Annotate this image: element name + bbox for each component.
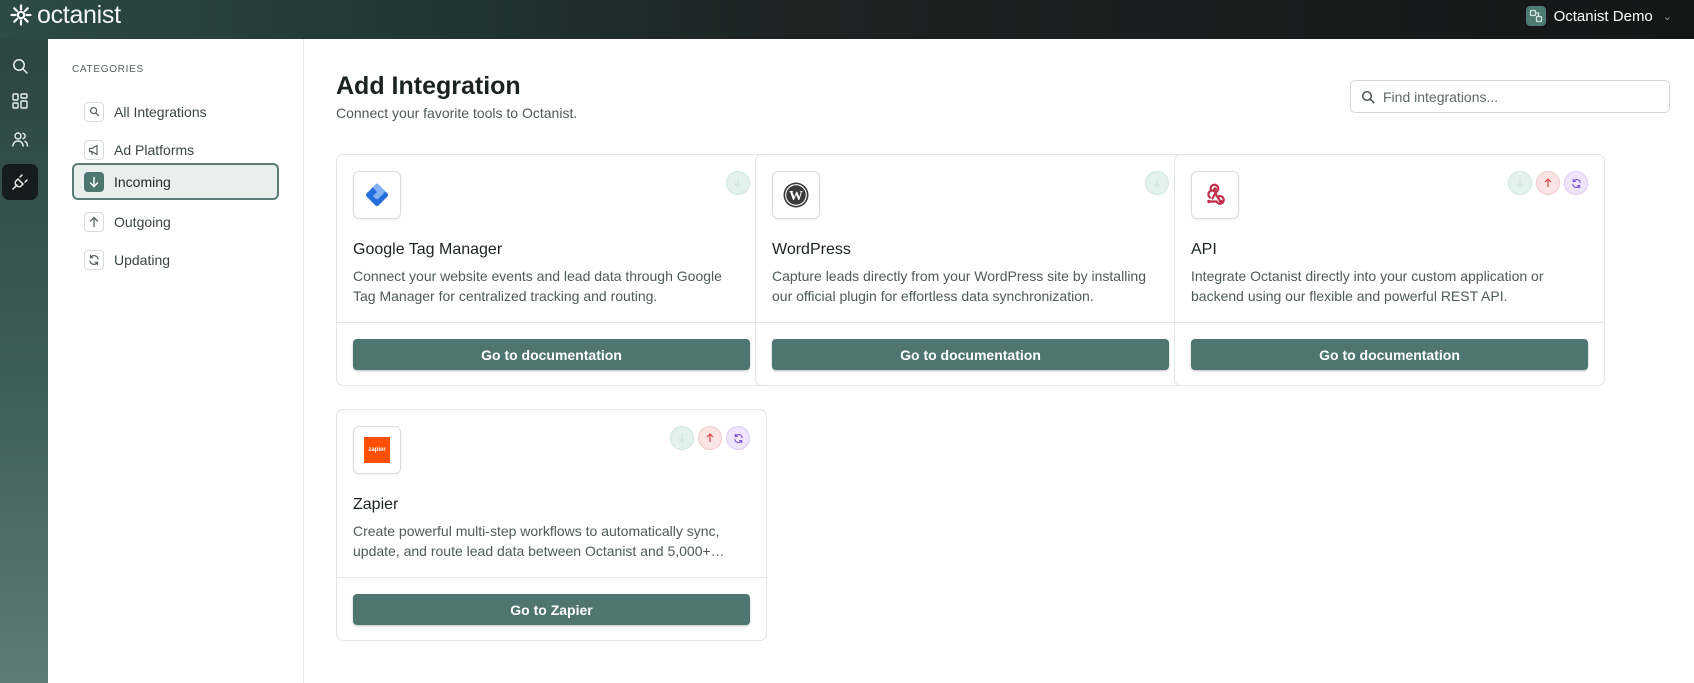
category-label: Updating [114,251,171,268]
go-to-documentation-button[interactable]: Go to documentation [772,339,1169,370]
page-subtitle: Connect your favorite tools to Octanist. [336,105,578,121]
updating-badge-icon [1564,171,1588,195]
category-label: All Integrations [114,103,207,120]
search-icon [1361,90,1375,103]
card-footer: Go to documentation [337,322,766,386]
card-footer: Go to documentation [756,322,1185,386]
integration-card-api: API Integrate Octanist directly into you… [1174,154,1605,386]
category-outgoing[interactable]: Outgoing [72,203,279,240]
categories-heading: CATEGORIES [72,64,144,75]
main-content: Add Integration Connect your favorite to… [305,39,1694,683]
go-to-zapier-button[interactable]: Go to Zapier [353,594,750,625]
category-updating[interactable]: Updating [72,241,279,278]
incoming-badge-icon [670,426,694,450]
direction-badges [726,171,750,195]
category-label: Ad Platforms [114,141,195,158]
integration-card-google-tag-manager: Google Tag Manager Connect your website … [336,154,767,386]
integration-name: API [1191,241,1217,258]
account-switcher[interactable]: Octanist Demo ⌄ [1525,6,1672,26]
outgoing-badge-icon [698,426,722,450]
updating-badge-icon [726,426,750,450]
integration-name: Zapier [353,496,399,513]
account-name: Octanist Demo [1553,7,1653,25]
category-all-integrations[interactable]: All Integrations [72,93,279,130]
nav-search-button[interactable] [2,48,38,84]
integration-card-wordpress: W WordPress Capture leads directly from … [755,154,1186,386]
users-icon [12,132,29,147]
integration-card-zapier: zapier Zapier Create powerful multi-step… [336,409,767,641]
zapier-logo-text: zapier [368,447,386,453]
category-label: Incoming [114,173,171,190]
chevron-down-icon: ⌄ [1662,10,1672,23]
refresh-icon [84,249,104,270]
incoming-badge-icon [1508,171,1532,195]
category-incoming[interactable]: Incoming [72,163,279,200]
go-to-documentation-button[interactable]: Go to documentation [1191,339,1588,370]
brand-name: octanist [37,1,121,29]
integration-description: Create powerful multi-step workflows to … [353,523,720,559]
search-input[interactable] [1383,88,1663,105]
direction-badges [1508,171,1588,195]
category-label: Outgoing [114,213,171,230]
go-to-documentation-button[interactable]: Go to documentation [353,339,750,370]
webhook-api-logo [1191,171,1239,219]
integration-description: Integrate Octanist directly into your cu… [1191,268,1544,304]
octanist-logo-icon [10,4,32,26]
outgoing-badge-icon [1536,171,1560,195]
zapier-logo-mark: zapier [364,437,390,463]
page-title: Add Integration [336,72,521,100]
top-bar: octanist Octanist Demo ⌄ [0,0,1694,39]
card-footer: Go to documentation [1175,322,1604,386]
direction-badges [670,426,750,450]
wordpress-logo: W [772,171,820,219]
workspace-icon [1525,6,1546,26]
google-tag-manager-logo [353,171,401,219]
search-icon [84,101,104,122]
integration-description: Connect your website events and lead dat… [353,268,722,304]
svg-text:W: W [789,189,803,204]
nav-rail [0,39,48,683]
direction-badges [1145,171,1169,195]
search-icon [13,59,28,74]
incoming-badge-icon [726,171,750,195]
integration-description: Capture leads directly from your WordPre… [772,268,1147,304]
plug-icon [12,174,28,190]
integration-name: Google Tag Manager [353,241,503,258]
nav-users-button[interactable] [2,121,38,157]
integration-name: WordPress [772,241,851,258]
arrow-down-icon [84,171,104,192]
megaphone-icon [84,139,104,160]
nav-dashboard-button[interactable] [2,83,38,119]
incoming-badge-icon [1145,171,1169,195]
search-box[interactable] [1350,80,1670,113]
dashboard-icon [12,93,28,109]
nav-integrations-button[interactable] [2,164,38,200]
categories-panel: CATEGORIES All Integrations Ad Platforms… [48,39,304,683]
brand-logo[interactable]: octanist [9,2,121,28]
arrow-up-icon [84,211,104,232]
zapier-logo: zapier [353,426,401,474]
card-footer: Go to Zapier [337,577,766,641]
